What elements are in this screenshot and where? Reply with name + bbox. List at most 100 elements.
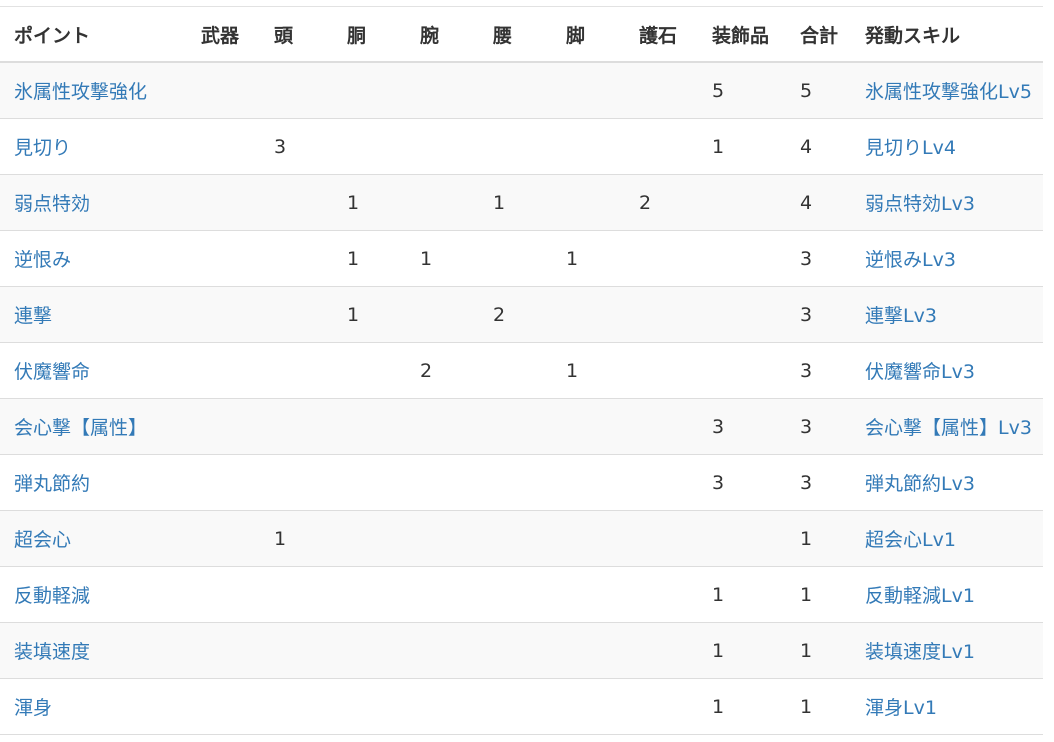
activated-skill-cell: 逆恨みLv3 <box>865 230 1043 287</box>
activated-skill-link[interactable]: 装填速度Lv1 <box>865 641 975 663</box>
head-points: 1 <box>274 527 287 550</box>
table-row: 装填速度 1 1 装填速度Lv1 <box>0 622 1043 679</box>
leg-points-cell <box>566 118 639 175</box>
activated-skill-link[interactable]: 弾丸節約Lv3 <box>865 473 975 495</box>
leg-points-cell <box>566 622 639 679</box>
total-points: 4 <box>800 191 813 214</box>
arm-points-cell <box>420 118 493 175</box>
activated-skill-link[interactable]: 弱点特効Lv3 <box>865 193 975 215</box>
total-points-cell: 3 <box>800 230 865 287</box>
charm-points-cell <box>639 286 712 343</box>
waist-points: 1 <box>493 191 506 214</box>
head-points-cell <box>274 454 347 511</box>
total-points: 3 <box>800 247 813 270</box>
total-points-cell: 3 <box>800 398 865 455</box>
body-points: 1 <box>347 247 360 270</box>
total-points-cell: 1 <box>800 622 865 679</box>
head-points-cell: 3 <box>274 118 347 175</box>
activated-skill-link[interactable]: 逆恨みLv3 <box>865 249 956 271</box>
activated-skill-link[interactable]: 氷属性攻撃強化Lv5 <box>865 81 1032 103</box>
body-points-cell: 1 <box>347 174 420 231</box>
table-row: 反動軽減 1 1 反動軽減Lv1 <box>0 566 1043 623</box>
total-points: 3 <box>800 471 813 494</box>
arm-points-cell <box>420 286 493 343</box>
point-name-link[interactable]: 氷属性攻撃強化 <box>14 81 147 103</box>
header-head: 頭 <box>274 6 347 63</box>
total-points: 1 <box>800 527 813 550</box>
activated-skill-cell: 超会心Lv1 <box>865 510 1043 567</box>
activated-skill-link[interactable]: 伏魔響命Lv3 <box>865 361 975 383</box>
leg-points-cell <box>566 174 639 231</box>
total-points-cell: 4 <box>800 118 865 175</box>
leg-points-cell <box>566 454 639 511</box>
table-row: 超会心 1 1 超会心Lv1 <box>0 510 1043 567</box>
activated-skill-link[interactable]: 見切りLv4 <box>865 137 956 159</box>
waist-points-cell <box>493 566 566 623</box>
arm-points-cell <box>420 678 493 735</box>
point-name-link[interactable]: 伏魔響命 <box>14 361 90 383</box>
decoration-points-cell <box>712 230 800 287</box>
decoration-points-cell: 1 <box>712 118 800 175</box>
decoration-points: 1 <box>712 583 725 606</box>
header-point: ポイント <box>0 6 184 63</box>
charm-points-cell <box>639 678 712 735</box>
leg-points-cell <box>566 61 639 119</box>
point-name-link[interactable]: 逆恨み <box>14 249 71 271</box>
activated-skill-link[interactable]: 会心撃【属性】Lv3 <box>865 417 1032 439</box>
activated-skill-link[interactable]: 超会心Lv1 <box>865 529 956 551</box>
header-leg: 脚 <box>566 6 639 63</box>
point-name-link[interactable]: 超会心 <box>14 529 71 551</box>
head-points-cell <box>274 174 347 231</box>
body-points-cell <box>347 342 420 399</box>
waist-points-cell <box>493 398 566 455</box>
decoration-points-cell: 3 <box>712 454 800 511</box>
activated-skill-link[interactable]: 渾身Lv1 <box>865 697 937 719</box>
skill-points-table: ポイント 武器 頭 胴 腕 腰 脚 護石 装飾品 合計 発動スキル 氷属性攻撃強… <box>0 6 1043 735</box>
leg-points-cell <box>566 398 639 455</box>
charm-points-cell <box>639 622 712 679</box>
point-name-link[interactable]: 見切り <box>14 137 71 159</box>
head-points-cell <box>274 286 347 343</box>
point-name-link[interactable]: 渾身 <box>14 697 52 719</box>
body-points: 1 <box>347 191 360 214</box>
weapon-points-cell <box>184 342 274 399</box>
point-name-cell: 逆恨み <box>0 230 184 287</box>
header-waist: 腰 <box>493 6 566 63</box>
head-points-cell <box>274 566 347 623</box>
total-points-cell: 3 <box>800 286 865 343</box>
point-name-link[interactable]: 連撃 <box>14 305 52 327</box>
leg-points-cell <box>566 566 639 623</box>
decoration-points: 1 <box>712 639 725 662</box>
decoration-points-cell: 1 <box>712 678 800 735</box>
total-points-cell: 1 <box>800 678 865 735</box>
table-row: 会心撃【属性】 3 3 会心撃【属性】Lv3 <box>0 398 1043 455</box>
charm-points-cell <box>639 342 712 399</box>
point-name-link[interactable]: 装填速度 <box>14 641 90 663</box>
table-row: 逆恨み 1 1 1 3 逆恨みLv3 <box>0 230 1043 287</box>
decoration-points-cell <box>712 286 800 343</box>
arm-points-cell <box>420 174 493 231</box>
decoration-points-cell: 5 <box>712 61 800 119</box>
header-charm: 護石 <box>639 6 712 63</box>
point-name-cell: 超会心 <box>0 510 184 567</box>
decoration-points: 1 <box>712 135 725 158</box>
point-name-link[interactable]: 反動軽減 <box>14 585 90 607</box>
activated-skill-cell: 弾丸節約Lv3 <box>865 454 1043 511</box>
body-points-cell <box>347 398 420 455</box>
activated-skill-link[interactable]: 連撃Lv3 <box>865 305 937 327</box>
activated-skill-link[interactable]: 反動軽減Lv1 <box>865 585 975 607</box>
arm-points-cell <box>420 510 493 567</box>
point-name-link[interactable]: 弱点特効 <box>14 193 90 215</box>
body-points-cell <box>347 566 420 623</box>
leg-points-cell <box>566 510 639 567</box>
decoration-points-cell: 1 <box>712 566 800 623</box>
charm-points-cell <box>639 454 712 511</box>
waist-points-cell: 1 <box>493 174 566 231</box>
activated-skill-cell: 会心撃【属性】Lv3 <box>865 398 1043 455</box>
total-points: 1 <box>800 583 813 606</box>
total-points-cell: 1 <box>800 566 865 623</box>
leg-points: 1 <box>566 359 579 382</box>
waist-points: 2 <box>493 303 506 326</box>
point-name-link[interactable]: 弾丸節約 <box>14 473 90 495</box>
point-name-link[interactable]: 会心撃【属性】 <box>14 417 147 439</box>
